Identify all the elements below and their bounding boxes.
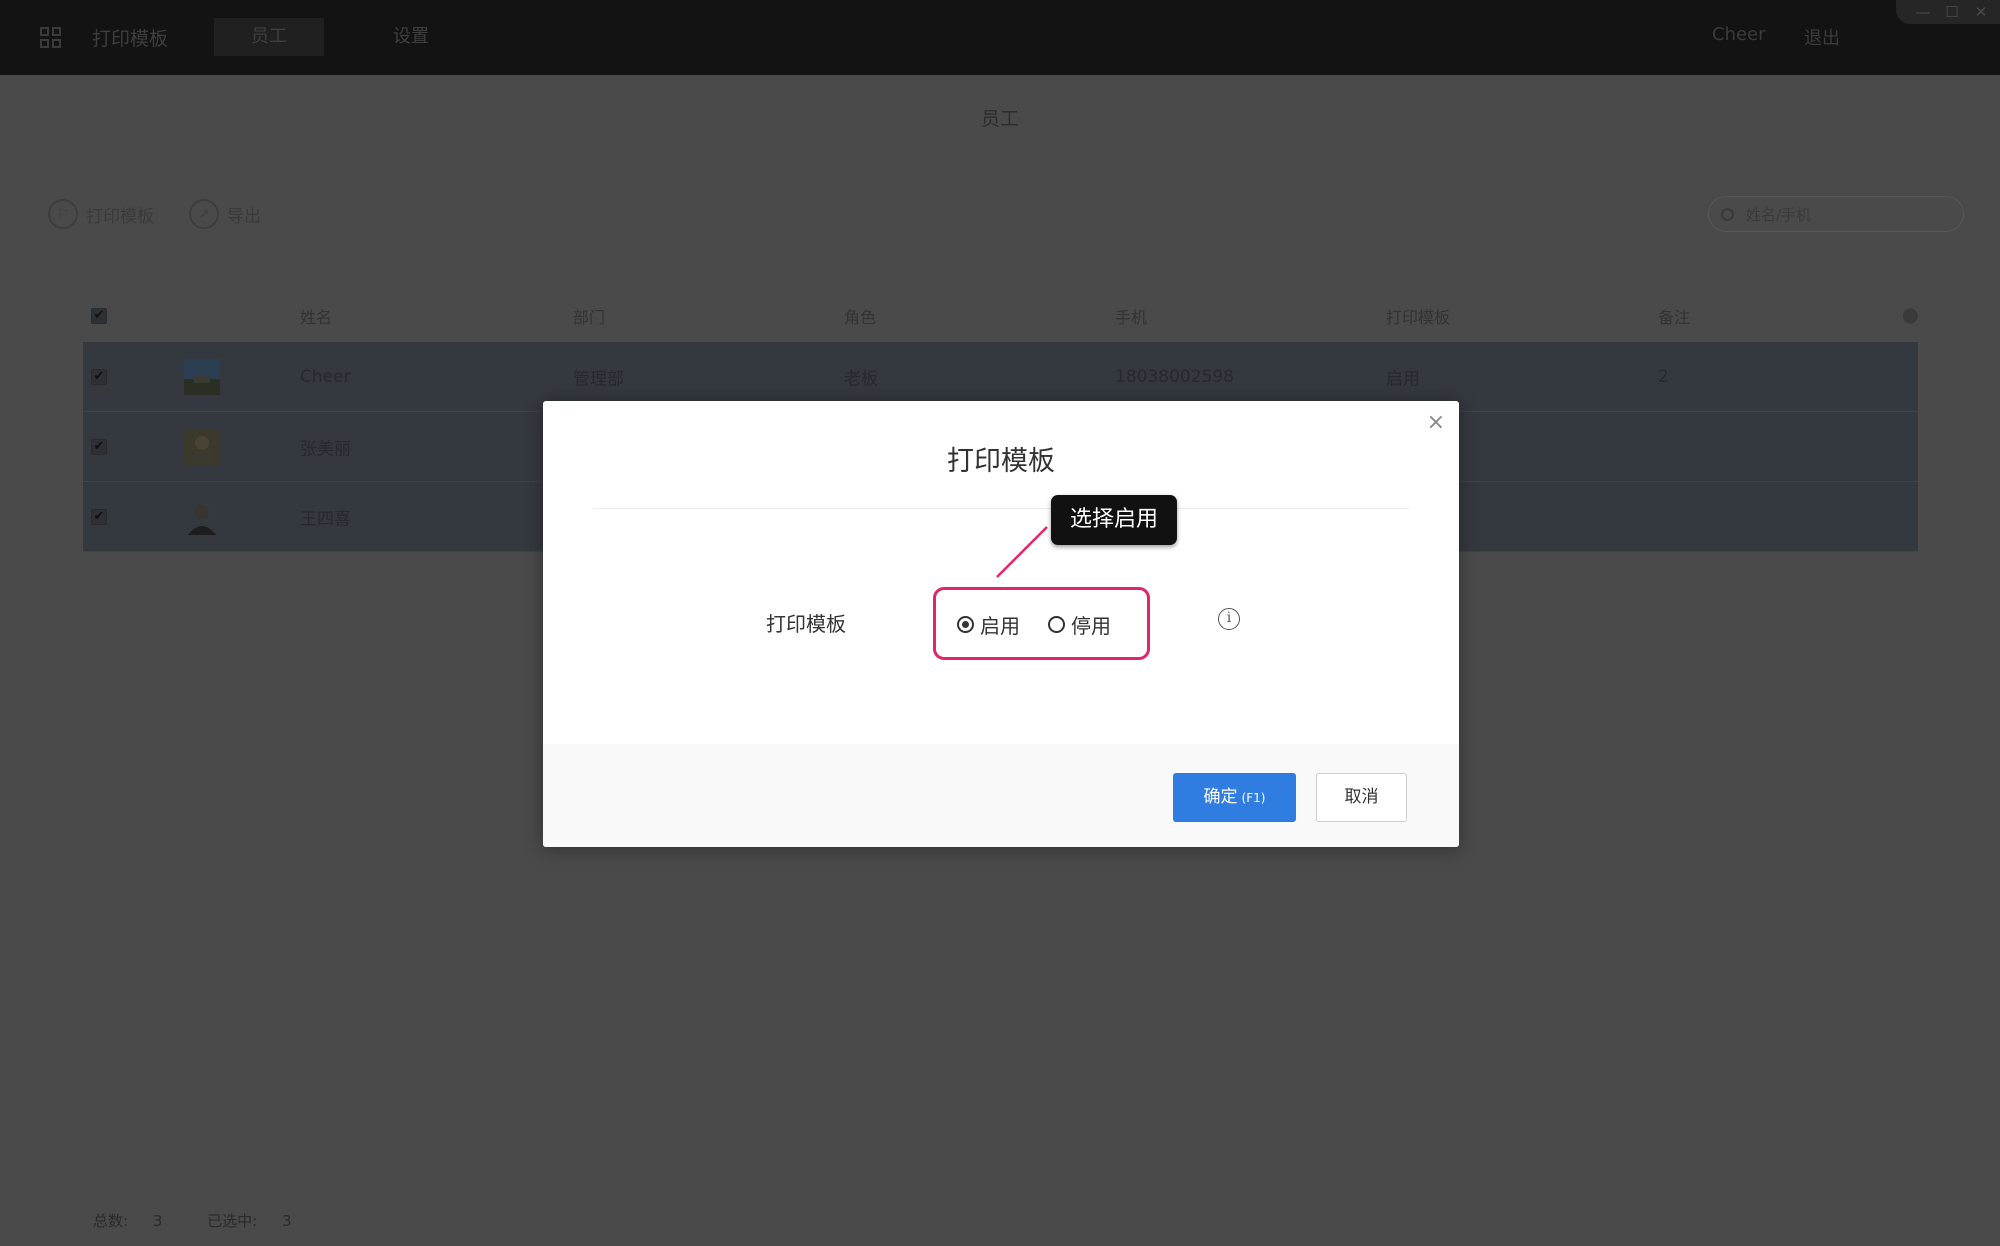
radio-enable-label: 启用: [980, 614, 1020, 638]
row-checkbox[interactable]: ✔: [91, 508, 107, 525]
column-header[interactable]: 姓名: [300, 304, 332, 328]
footer-stats: 总数: 3 已选中: 3: [93, 1210, 332, 1231]
column-header[interactable]: 手机: [1115, 304, 1147, 328]
column-settings-icon[interactable]: [1903, 308, 1918, 324]
export-button-label: 导出: [227, 206, 261, 227]
cell-dept: 管理部: [573, 369, 624, 389]
info-icon[interactable]: i: [1218, 608, 1240, 630]
avatar: [184, 428, 220, 465]
nav-tab-settings[interactable]: 设置: [356, 18, 466, 56]
confirm-button[interactable]: 确定 (F1): [1173, 773, 1296, 822]
field-label: 打印模板: [766, 612, 846, 636]
export-button[interactable]: ↗ 导出: [189, 198, 261, 230]
column-header[interactable]: 部门: [573, 304, 605, 328]
radio-enable[interactable]: 启用: [957, 610, 1020, 639]
top-bar: 打印模板 员工 设置 Cheer 退出 — ☐ ✕: [0, 0, 2000, 75]
print-template-icon: ⚐: [48, 199, 78, 229]
select-all-checkbox[interactable]: ✔: [91, 308, 107, 324]
selected-count: 已选中: 3: [207, 1212, 292, 1230]
cell-template: 启用: [1386, 369, 1420, 389]
radio-checked-icon: [957, 616, 974, 633]
search-placeholder: 姓名/手机: [1746, 205, 1812, 224]
column-header[interactable]: 打印模板: [1386, 304, 1450, 328]
maximize-icon[interactable]: ☐: [1941, 2, 1963, 22]
app-logo-icon: [40, 27, 62, 49]
radio-disable[interactable]: 停用: [1048, 610, 1111, 639]
column-header[interactable]: 角色: [844, 304, 876, 328]
app-title: 打印模板: [92, 28, 169, 50]
avatar: [184, 498, 220, 535]
print-template-button[interactable]: ⚐ 打印模板: [48, 198, 154, 230]
cell-name: 张美丽: [300, 439, 351, 459]
column-header[interactable]: 备注: [1658, 304, 1690, 328]
print-template-dialog: 打印模板 × 选择启用 打印模板 启用 停用 i 确定 (F1) 取消: [543, 401, 1459, 847]
dialog-title: 打印模板: [947, 446, 1055, 477]
close-icon[interactable]: ×: [1427, 410, 1445, 435]
avatar: [184, 358, 220, 395]
cell-role: 老板: [844, 369, 878, 389]
row-checkbox[interactable]: ✔: [91, 438, 107, 455]
minimize-icon[interactable]: —: [1912, 2, 1934, 22]
share-icon: ↗: [189, 199, 219, 229]
radio-disable-label: 停用: [1071, 614, 1111, 638]
cell-name: 王四喜: [300, 509, 351, 529]
annotation-callout: 选择启用: [1051, 495, 1177, 545]
dialog-divider: [593, 508, 1409, 509]
cell-phone: 18038002598: [1115, 366, 1234, 387]
print-template-button-label: 打印模板: [86, 206, 154, 227]
current-user[interactable]: Cheer: [1712, 24, 1766, 45]
confirm-button-label: 确定: [1203, 787, 1238, 807]
logout-link[interactable]: 退出: [1804, 24, 1840, 50]
cell-name: Cheer: [300, 366, 351, 387]
cell-note: 2: [1658, 366, 1669, 387]
search-input[interactable]: 姓名/手机: [1708, 196, 1964, 232]
total-count: 总数: 3: [93, 1212, 163, 1230]
radio-unchecked-icon: [1048, 616, 1065, 633]
row-checkbox[interactable]: ✔: [91, 368, 107, 385]
nav-tab-employees[interactable]: 员工: [214, 18, 324, 56]
search-icon: [1721, 207, 1734, 221]
confirm-shortcut: (F1): [1241, 791, 1266, 805]
print-template-radio-group: 启用 停用: [933, 587, 1150, 660]
cancel-button[interactable]: 取消: [1316, 773, 1407, 822]
table-header: ✔ 姓名 部门 角色 手机 打印模板 备注: [83, 290, 1918, 342]
close-window-icon[interactable]: ✕: [1970, 2, 1992, 22]
page-title: 员工: [980, 108, 1019, 130]
